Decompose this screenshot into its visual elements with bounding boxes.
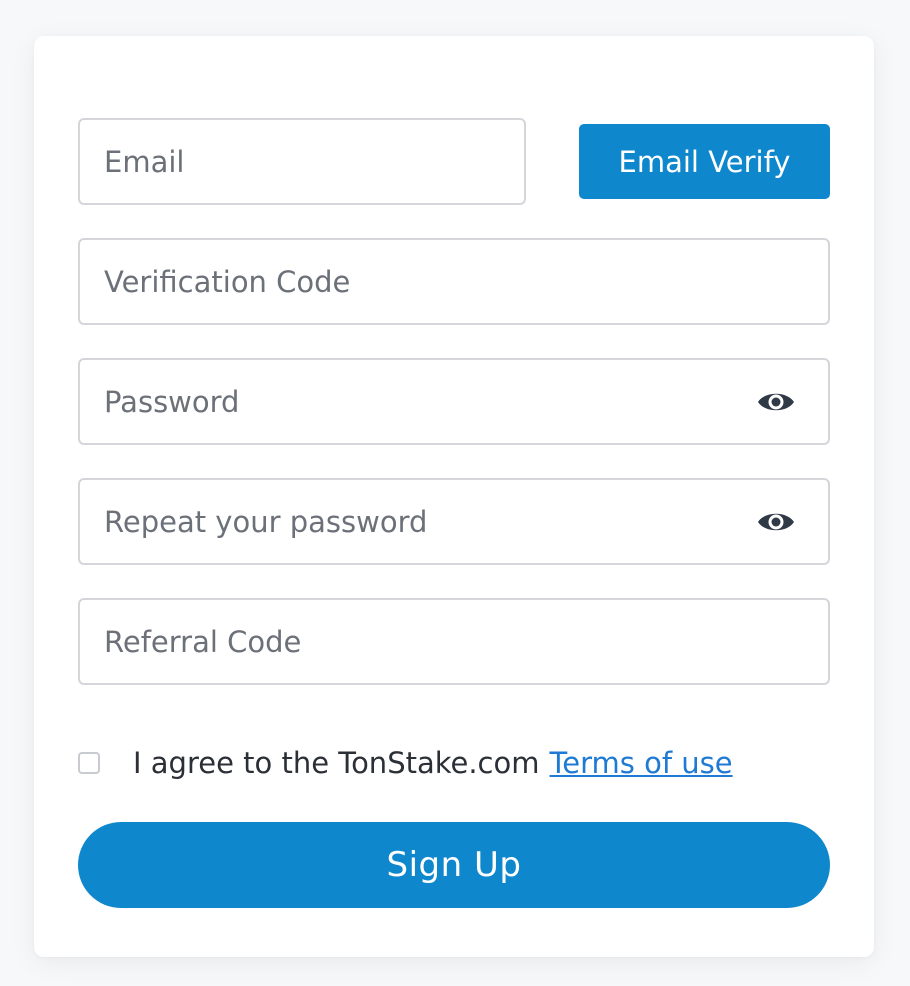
- agree-text: I agree to the TonStake.com: [133, 746, 540, 780]
- referral-code-field: [78, 598, 830, 685]
- signup-card: Email Verify I agree to the TonStake.: [34, 36, 874, 957]
- referral-code-input[interactable]: [80, 600, 828, 683]
- repeat-password-input[interactable]: [80, 480, 828, 563]
- password-input[interactable]: [80, 360, 828, 443]
- sign-up-button[interactable]: Sign Up: [78, 822, 830, 908]
- email-verify-button[interactable]: Email Verify: [579, 124, 830, 199]
- eye-icon[interactable]: [756, 389, 796, 415]
- terms-of-use-link[interactable]: Terms of use: [550, 746, 733, 780]
- verification-code-field: [78, 238, 830, 325]
- verification-code-input[interactable]: [80, 240, 828, 323]
- agree-checkbox[interactable]: [78, 752, 100, 774]
- repeat-password-field: [78, 478, 830, 565]
- terms-agreement: I agree to the TonStake.com Terms of use: [78, 741, 733, 785]
- email-input[interactable]: [80, 120, 524, 203]
- password-field: [78, 358, 830, 445]
- email-field: [78, 118, 526, 205]
- eye-icon[interactable]: [756, 509, 796, 535]
